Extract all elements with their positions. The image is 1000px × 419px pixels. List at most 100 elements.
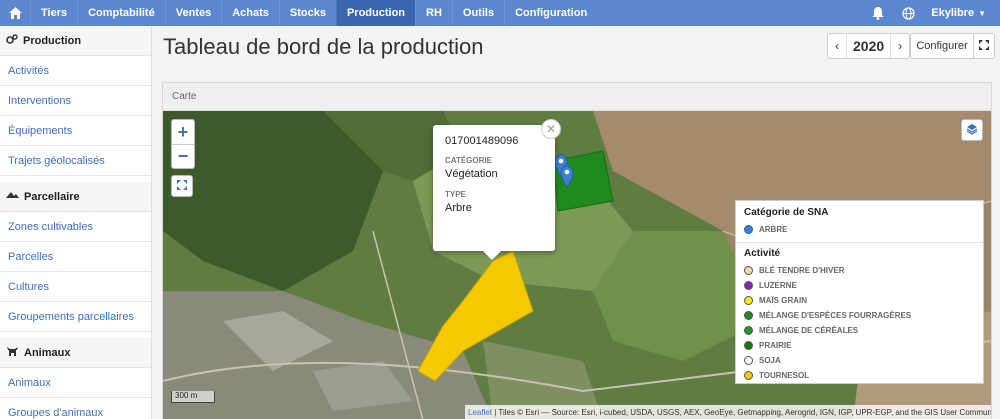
- map-panel: Carte + − 017001489096 CATÉGORIE Végétat…: [162, 82, 992, 419]
- sidebar-item-activites[interactable]: Activités: [0, 56, 151, 86]
- map-view[interactable]: + − 017001489096 CATÉGORIE Végétation TY…: [163, 111, 991, 419]
- sidebar-section-label: Parcellaire: [24, 190, 80, 203]
- map-legend: Catégorie de SNA ARBRE Activité BLÉ TEND…: [735, 200, 984, 384]
- sidebar-section-animaux: Animaux: [0, 338, 151, 368]
- sidebar-item-trajets[interactable]: Trajets géolocalisés: [0, 146, 151, 176]
- sidebar-section-parcellaire: Parcellaire: [0, 182, 151, 212]
- minus-icon: −: [177, 146, 189, 166]
- nav-rh[interactable]: RH: [415, 0, 452, 26]
- plus-icon: +: [177, 121, 189, 142]
- next-year-button[interactable]: ›: [891, 34, 909, 58]
- legend-item-label: PRAIRIE: [759, 341, 792, 350]
- legend-swatch: [744, 296, 753, 305]
- map-scale: 300 m: [171, 391, 215, 403]
- expand-icon: [979, 39, 989, 53]
- configure-button[interactable]: Configurer: [910, 33, 974, 59]
- nav-outils[interactable]: Outils: [451, 0, 504, 26]
- nav-comptabilite[interactable]: Comptabilité: [77, 0, 165, 26]
- legend-item-label: LUZERNE: [759, 281, 797, 290]
- sidebar-item-zones-cultivables[interactable]: Zones cultivables: [0, 212, 151, 242]
- legend-activity-title: Activité: [744, 248, 781, 259]
- leaflet-link[interactable]: Leaflet: [468, 408, 492, 417]
- legend-item: MÉLANGE DE CÉRÉALES: [744, 323, 975, 338]
- nav-stocks[interactable]: Stocks: [278, 0, 336, 26]
- popup-type-value: Arbre: [445, 202, 472, 214]
- legend-item-label: ARBRE: [759, 225, 788, 234]
- legend-item: MAÏS GRAIN: [744, 293, 975, 308]
- map-popup: 017001489096 CATÉGORIE Végétation TYPE A…: [433, 125, 555, 260]
- legend-item: BLÉ TENDRE D'HIVER: [744, 263, 975, 278]
- popup-type-label: TYPE: [445, 190, 466, 199]
- legend-swatch: [744, 356, 753, 365]
- legend-swatch: [744, 341, 753, 350]
- land-icon: [6, 191, 19, 203]
- nav-tiers[interactable]: Tiers: [30, 0, 77, 26]
- legend-swatch: [744, 371, 753, 380]
- legend-swatch: [744, 311, 753, 320]
- legend-item: LUZERNE: [744, 278, 975, 293]
- nav-achats[interactable]: Achats: [221, 0, 279, 26]
- legend-swatch: [744, 266, 753, 275]
- sidebar-item-cultures[interactable]: Cultures: [0, 272, 151, 302]
- caret-down-icon: ▼: [978, 8, 986, 18]
- popup-close-button[interactable]: ✕: [541, 119, 561, 139]
- cow-icon: [6, 346, 19, 360]
- legend-sna-title: Catégorie de SNA: [744, 207, 829, 218]
- map-fullscreen-button[interactable]: [171, 175, 193, 197]
- map-attribution: Leaflet | Tiles © Esri — Source: Esri, i…: [465, 405, 991, 419]
- zoom-control: + −: [171, 119, 195, 169]
- chevron-right-icon: ›: [898, 39, 903, 53]
- popup-category-value: Végétation: [445, 168, 498, 180]
- popup-category-label: CATÉGORIE: [445, 156, 492, 165]
- layers-icon: [966, 123, 978, 138]
- page-title: Tableau de bord de la production: [163, 34, 484, 59]
- layers-button[interactable]: [961, 119, 983, 141]
- legend-swatch: [744, 326, 753, 335]
- nav-ventes[interactable]: Ventes: [164, 0, 221, 26]
- legend-item: MÉLANGE D'ESPÈCES FOURRAGÈRES: [744, 308, 975, 323]
- popup-id: 017001489096: [445, 135, 519, 147]
- legend-item: SOJA: [744, 353, 975, 368]
- sidebar-section-label: Animaux: [24, 346, 71, 359]
- legend-item-label: MAÏS GRAIN: [759, 296, 807, 305]
- user-name: Ekylibre: [931, 7, 975, 19]
- sidebar-item-animaux[interactable]: Animaux: [0, 368, 151, 398]
- nav-configuration[interactable]: Configuration: [504, 0, 597, 26]
- panel-title: Carte: [163, 83, 991, 111]
- sidebar-item-parcelles[interactable]: Parcelles: [0, 242, 151, 272]
- sidebar-item-groupes-animaux[interactable]: Groupes d'animaux: [0, 398, 151, 419]
- top-navbar: Tiers Comptabilité Ventes Achats Stocks …: [0, 0, 1000, 26]
- legend-item-label: SOJA: [759, 356, 781, 365]
- fullscreen-icon: [177, 179, 187, 193]
- sidebar-section-production: Production: [0, 26, 151, 56]
- legend-item: PRAIRIE: [744, 338, 975, 353]
- bell-icon[interactable]: [863, 0, 893, 26]
- attribution-text: | Tiles © Esri — Source: Esri, i-cubed, …: [492, 408, 991, 417]
- user-menu[interactable]: Ekylibre ▼: [923, 7, 1000, 19]
- sidebar-item-groupements[interactable]: Groupements parcellaires: [0, 302, 151, 332]
- current-year: 2020: [846, 34, 892, 58]
- legend-item: ARBRE: [744, 222, 975, 237]
- legend-swatch: [744, 281, 753, 290]
- sidebar: Production Activités Interventions Équip…: [0, 26, 152, 419]
- zoom-in-button[interactable]: +: [172, 120, 194, 144]
- zoom-out-button[interactable]: −: [172, 144, 194, 168]
- previous-year-button[interactable]: ‹: [828, 34, 846, 58]
- legend-swatch: [744, 225, 753, 234]
- legend-item-label: BLÉ TENDRE D'HIVER: [759, 266, 845, 275]
- legend-item-label: MÉLANGE DE CÉRÉALES: [759, 326, 859, 335]
- year-selector: ‹ 2020 ›: [827, 33, 911, 59]
- home-icon[interactable]: [0, 0, 30, 26]
- globe-icon[interactable]: [893, 0, 923, 26]
- legend-item-label: MÉLANGE D'ESPÈCES FOURRAGÈRES: [759, 311, 912, 320]
- gears-icon: [6, 33, 18, 48]
- expand-button[interactable]: [973, 33, 995, 59]
- legend-item-label: TOURNESOL: [759, 371, 810, 380]
- close-icon: ✕: [545, 122, 557, 136]
- nav-production[interactable]: Production: [335, 0, 416, 26]
- chevron-left-icon: ‹: [835, 39, 839, 53]
- sidebar-section-label: Production: [23, 34, 82, 47]
- sidebar-item-interventions[interactable]: Interventions: [0, 86, 151, 116]
- sidebar-item-equipements[interactable]: Équipements: [0, 116, 151, 146]
- legend-item: TOURNESOL: [744, 368, 975, 383]
